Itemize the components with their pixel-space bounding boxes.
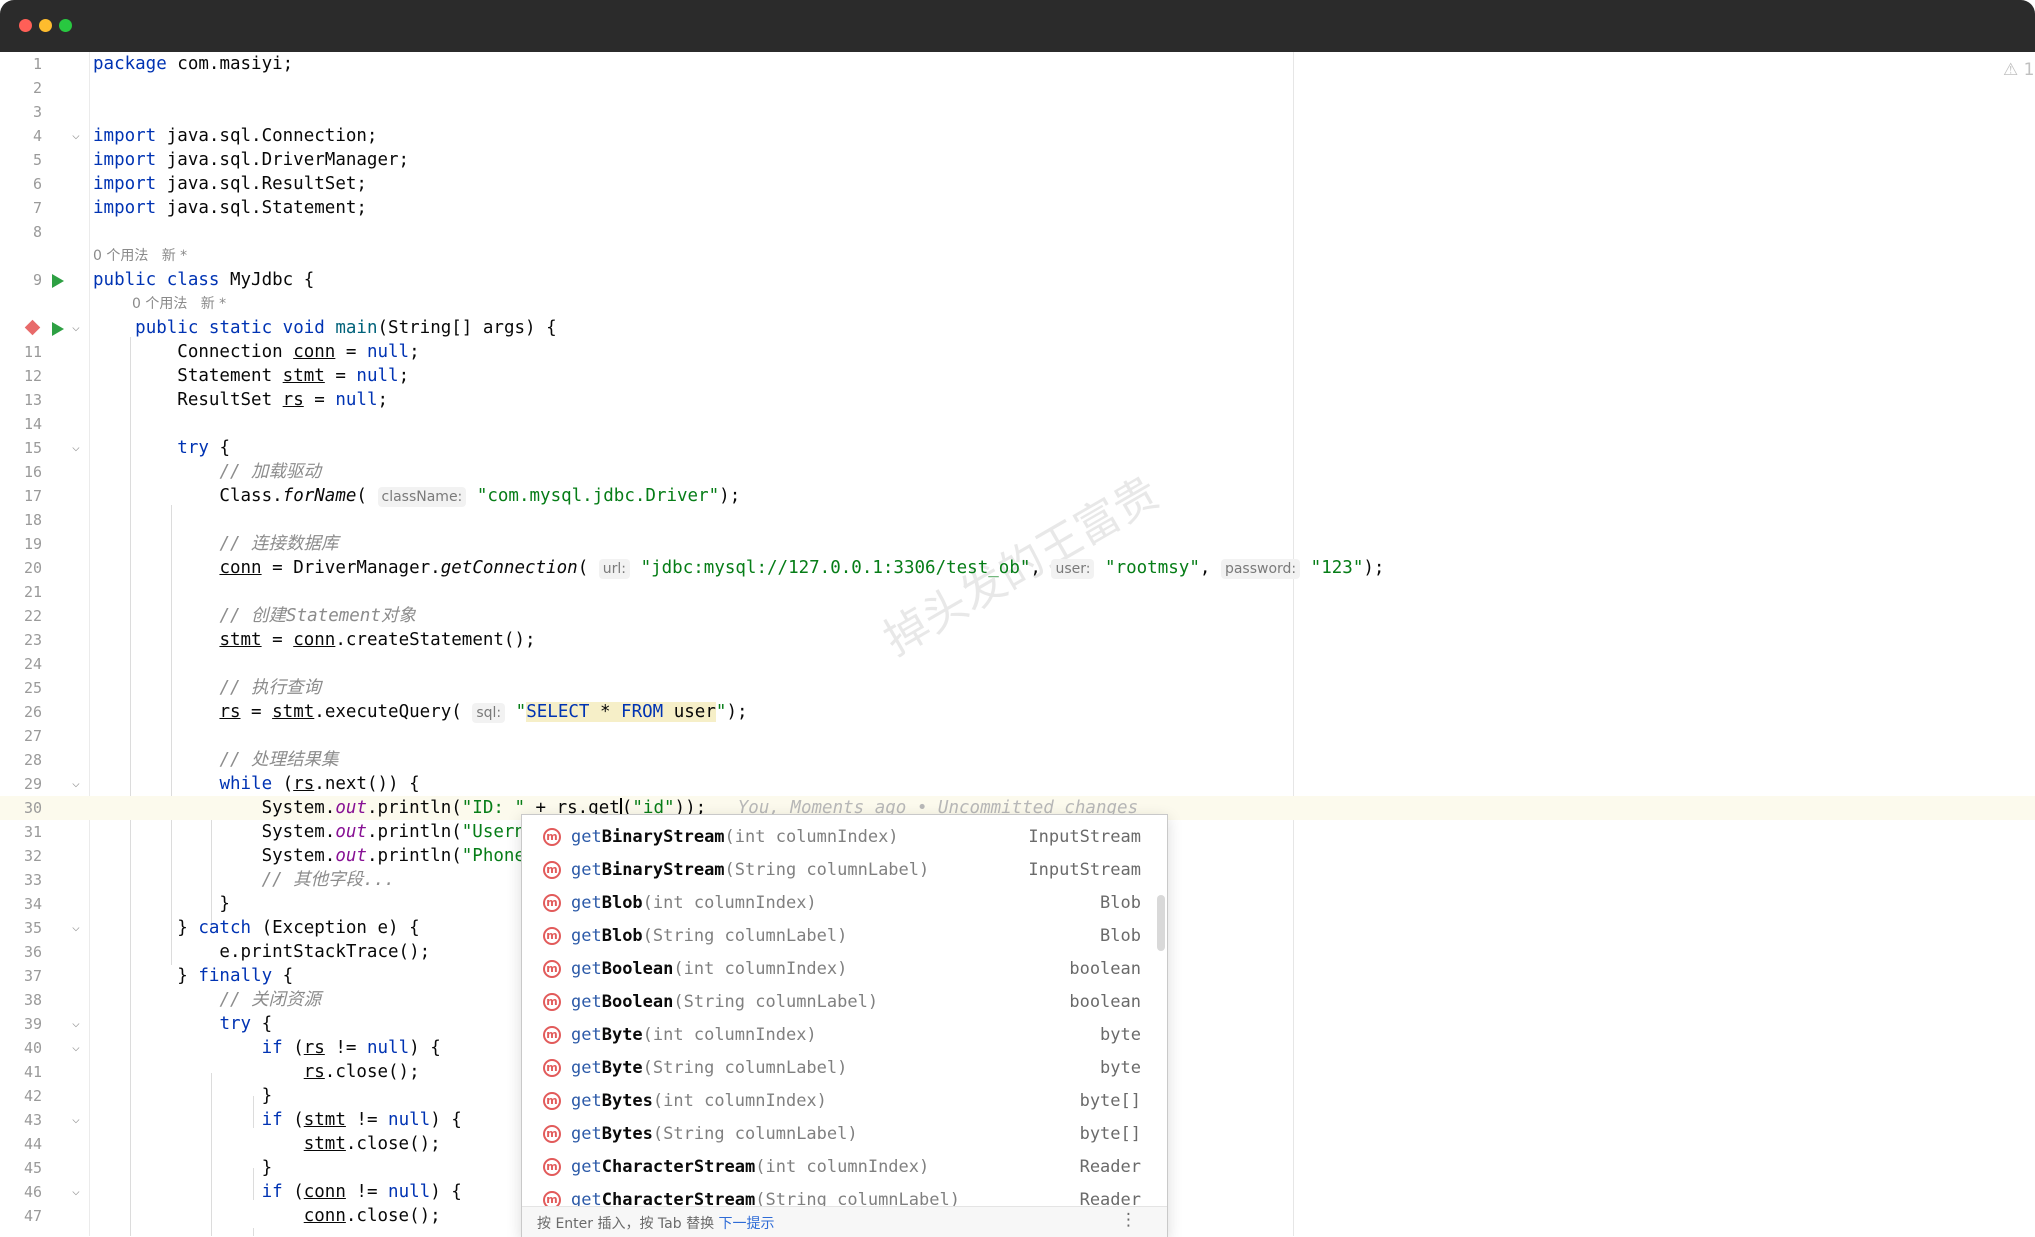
method-icon: m (543, 1125, 561, 1143)
code-line[interactable]: 13 ResultSet rs = null; (0, 388, 2035, 412)
completion-scrollbar[interactable] (1157, 895, 1165, 951)
code-line[interactable]: 24 (0, 652, 2035, 676)
code-line[interactable]: 19 // 连接数据库 (0, 532, 2035, 556)
run-icon[interactable] (52, 274, 64, 288)
fold-icon[interactable]: ⌵ (72, 916, 80, 940)
usage-hint[interactable]: 0 个用法 新 * (0, 292, 2035, 316)
completion-item[interactable]: m getBytes(String columnLabel) byte[] (522, 1118, 1167, 1151)
method-icon: m (543, 828, 561, 846)
code-line[interactable]: 28 // 处理结果集 (0, 748, 2035, 772)
code-line[interactable]: 23 stmt = conn.createStatement(); (0, 628, 2035, 652)
code-line[interactable]: 25 // 执行查询 (0, 676, 2035, 700)
completion-item[interactable]: m getBytes(int columnIndex) byte[] (522, 1085, 1167, 1118)
method-icon: m (543, 927, 561, 945)
method-icon: m (543, 1158, 561, 1176)
code-line[interactable]: 14 (0, 412, 2035, 436)
completion-item[interactable]: m getCharacterStream(int columnIndex) Read… (522, 1151, 1167, 1184)
code-line[interactable]: 6 import java.sql.ResultSet; (0, 172, 2035, 196)
completion-item[interactable]: m getBlob(String columnLabel) Blob (522, 920, 1167, 953)
method-icon: m (543, 1059, 561, 1077)
fold-icon[interactable]: ⌵ (72, 772, 80, 796)
title-bar (0, 0, 2035, 52)
code-line[interactable]: 11 Connection conn = null; (0, 340, 2035, 364)
usage-hint[interactable]: 0 个用法 新 * (0, 244, 2035, 268)
code-line[interactable]: 5 import java.sql.DriverManager; (0, 148, 2035, 172)
method-icon: m (543, 1092, 561, 1110)
fold-icon[interactable]: ⌵ (72, 436, 80, 460)
code-line[interactable]: 1 package com.masiyi; (0, 52, 2035, 76)
fold-icon[interactable]: ⌵ (72, 316, 80, 340)
run-icon[interactable] (52, 322, 64, 336)
code-line[interactable]: 20 conn = DriverManager.getConnection( u… (0, 556, 2035, 580)
code-line[interactable]: 27 (0, 724, 2035, 748)
zoom-window-button[interactable] (59, 19, 72, 32)
code-line[interactable]: 2 (0, 76, 2035, 100)
completion-item[interactable]: m getBoolean(String columnLabel) boolean (522, 986, 1167, 1019)
code-line[interactable]: 21 (0, 580, 2035, 604)
next-tip-link[interactable]: 下一提示 (719, 1216, 775, 1232)
fold-icon[interactable]: ⌵ (72, 1108, 80, 1132)
completion-item[interactable]: m getBoolean(int columnIndex) boolean (522, 953, 1167, 986)
completion-item[interactable]: m getByte(String columnLabel) byte (522, 1052, 1167, 1085)
code-line[interactable]: 7 import java.sql.Statement; (0, 196, 2035, 220)
method-icon: m (543, 861, 561, 879)
completion-item[interactable]: m getBlob(int columnIndex) Blob (522, 887, 1167, 920)
code-line[interactable]: 17 Class.forName( className: "com.mysql.… (0, 484, 2035, 508)
code-line[interactable]: 29 ⌵ while (rs.next()) { (0, 772, 2035, 796)
completion-item[interactable]: m getBinaryStream(String columnLabel) Inpu… (522, 854, 1167, 887)
code-line[interactable]: 16 // 加载驱动 (0, 460, 2035, 484)
code-line[interactable]: 8 (0, 220, 2035, 244)
fold-icon[interactable]: ⌵ (72, 124, 80, 148)
code-line[interactable]: 15 ⌵ try { (0, 436, 2035, 460)
completion-popup[interactable]: m getBinaryStream(int columnIndex) InputSt… (521, 814, 1168, 1237)
code-line[interactable]: 9 public class MyJdbc { (0, 268, 2035, 292)
fold-icon[interactable]: ⌵ (72, 1180, 80, 1204)
code-line[interactable]: 26 rs = stmt.executeQuery( sql: "SELECT … (0, 700, 2035, 724)
method-icon: m (543, 894, 561, 912)
breakpoint-icon[interactable] (24, 319, 41, 336)
indent-guide (253, 1228, 254, 1236)
completion-list[interactable]: m getBinaryStream(int columnIndex) InputSt… (522, 821, 1167, 1217)
more-options-icon[interactable]: ⋮ (1120, 1210, 1137, 1230)
completion-footer: 按 Enter 插入，按 Tab 替换 下一提示 ⋮ (522, 1206, 1167, 1237)
fold-icon[interactable]: ⌵ (72, 1012, 80, 1036)
close-window-button[interactable] (19, 19, 32, 32)
code-line[interactable]: 12 Statement stmt = null; (0, 364, 2035, 388)
code-line[interactable]: 18 (0, 508, 2035, 532)
method-icon: m (543, 960, 561, 978)
completion-item[interactable]: m getBinaryStream(int columnIndex) InputSt… (522, 821, 1167, 854)
completion-item[interactable]: m getByte(int columnIndex) byte (522, 1019, 1167, 1052)
minimize-window-button[interactable] (39, 19, 52, 32)
code-line[interactable]: 10⌵ public static void main(String[] arg… (0, 316, 2035, 340)
method-icon: m (543, 993, 561, 1011)
method-icon: m (543, 1026, 561, 1044)
code-line[interactable]: 22 // 创建Statement对象 (0, 604, 2035, 628)
fold-icon[interactable]: ⌵ (72, 1036, 80, 1060)
code-line[interactable]: 4 ⌵ import java.sql.Connection; (0, 124, 2035, 148)
code-line[interactable]: 3 (0, 100, 2035, 124)
